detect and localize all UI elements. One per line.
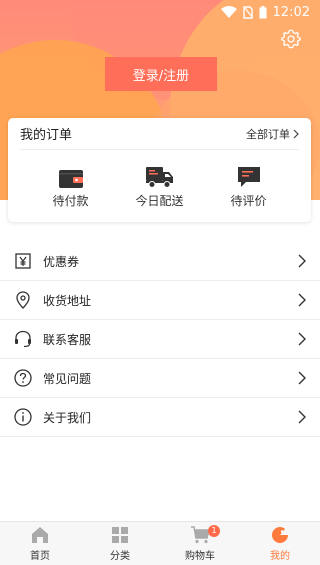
location-pin-icon bbox=[16, 291, 30, 309]
orders-header: 我的订单 全部订单 bbox=[20, 118, 299, 150]
all-orders-label: 全部订单 bbox=[246, 127, 290, 141]
orders-status-row: 待付款 今日配送 待评价 bbox=[8, 150, 311, 209]
status-time: 12:02 bbox=[272, 4, 310, 20]
menu-item-label: 关于我们 bbox=[43, 410, 92, 425]
nav-cart[interactable]: 1 购物车 bbox=[160, 522, 240, 565]
order-pending-review-label: 待评价 bbox=[230, 194, 267, 208]
orders-title: 我的订单 bbox=[20, 128, 73, 143]
chevron-right-icon bbox=[293, 129, 299, 138]
bottom-navigation: 首页 分类 1 购物车 我的 bbox=[0, 521, 320, 565]
menu-list: 优惠券 收货地址 联系客服 常见问题 关于我们 bbox=[0, 242, 320, 437]
wallet-icon bbox=[58, 170, 83, 188]
nav-category-label: 分类 bbox=[110, 551, 130, 562]
order-pending-payment[interactable]: 待付款 bbox=[31, 162, 111, 209]
nav-profile-label: 我的 bbox=[270, 551, 290, 562]
nav-category[interactable]: 分类 bbox=[80, 522, 160, 565]
menu-item-customer-service[interactable]: 联系客服 bbox=[0, 320, 320, 359]
order-today-delivery-label: 今日配送 bbox=[135, 194, 184, 208]
info-icon bbox=[14, 408, 32, 426]
order-today-delivery[interactable]: 今日配送 bbox=[120, 162, 200, 209]
orders-card: 我的订单 全部订单 待付款 今日配送 待评价 bbox=[8, 118, 311, 222]
nav-home[interactable]: 首页 bbox=[0, 522, 80, 565]
chevron-right-icon bbox=[298, 371, 306, 385]
chevron-right-icon bbox=[298, 293, 306, 307]
grid-icon bbox=[112, 527, 128, 543]
chevron-right-icon bbox=[298, 332, 306, 346]
coupon-icon bbox=[15, 253, 31, 269]
cart-icon bbox=[191, 526, 210, 544]
no-sim-icon bbox=[242, 5, 253, 19]
question-icon bbox=[14, 369, 32, 387]
battery-icon bbox=[259, 5, 267, 18]
wifi-icon bbox=[220, 6, 237, 18]
nav-cart-label: 购物车 bbox=[185, 551, 215, 562]
headset-icon bbox=[15, 330, 31, 348]
menu-item-label: 收货地址 bbox=[43, 293, 92, 308]
status-bar: 12:02 bbox=[0, 0, 320, 24]
home-icon bbox=[32, 527, 48, 543]
menu-item-label: 优惠券 bbox=[43, 254, 80, 269]
all-orders-link[interactable]: 全部订单 bbox=[246, 126, 299, 142]
chevron-right-icon bbox=[298, 254, 306, 268]
login-register-button[interactable]: 登录/注册 bbox=[105, 57, 217, 91]
profile-icon bbox=[272, 527, 288, 543]
order-pending-review[interactable]: 待评价 bbox=[209, 162, 289, 209]
menu-item-about[interactable]: 关于我们 bbox=[0, 398, 320, 437]
nav-profile[interactable]: 我的 bbox=[240, 522, 320, 565]
menu-item-address[interactable]: 收货地址 bbox=[0, 281, 320, 320]
settings-gear-icon[interactable] bbox=[280, 28, 302, 50]
menu-item-label: 常见问题 bbox=[43, 371, 92, 386]
order-pending-payment-label: 待付款 bbox=[52, 194, 89, 208]
menu-item-faq[interactable]: 常见问题 bbox=[0, 359, 320, 398]
delivery-truck-icon bbox=[145, 167, 173, 188]
cart-badge: 1 bbox=[208, 525, 220, 537]
menu-item-coupons[interactable]: 优惠券 bbox=[0, 242, 320, 281]
chevron-right-icon bbox=[298, 410, 306, 424]
menu-item-label: 联系客服 bbox=[43, 332, 92, 347]
nav-home-label: 首页 bbox=[30, 551, 50, 562]
comment-icon bbox=[237, 167, 260, 187]
